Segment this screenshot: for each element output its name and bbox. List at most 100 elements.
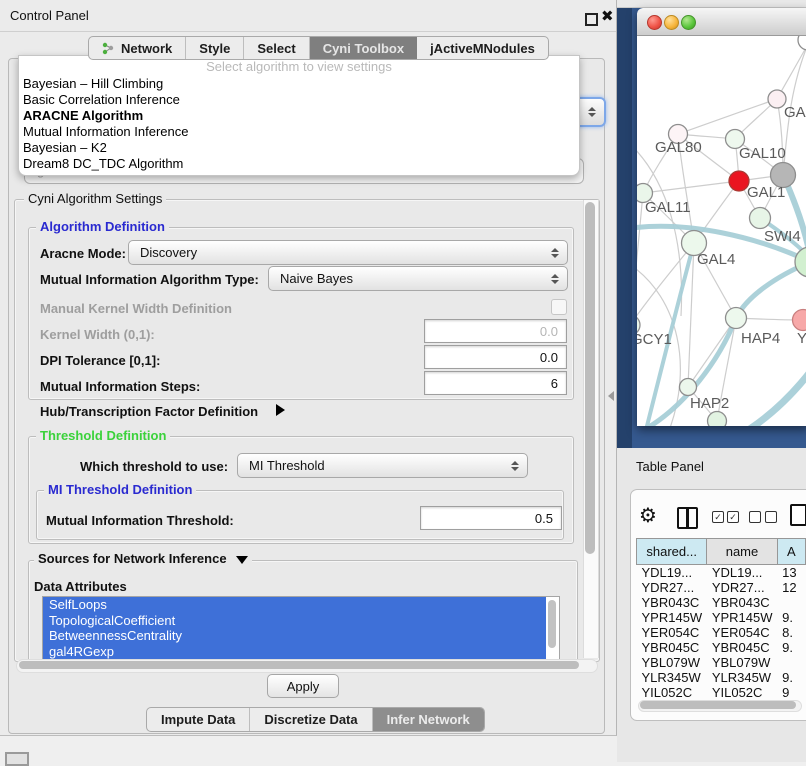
cell[interactable]: YBR043C (707, 595, 777, 610)
node[interactable] (798, 36, 806, 50)
close-icon[interactable]: ✖ (601, 7, 614, 25)
cell[interactable]: YIL052C (707, 685, 777, 700)
network-canvas[interactable]: GAL GAL80 GAL10 GAL1 GAL11 SWI4 GAL4 GCY… (637, 36, 806, 426)
node-pink[interactable] (793, 310, 806, 331)
cell[interactable]: YIL052C (637, 685, 707, 700)
node-red-selected[interactable] (729, 171, 749, 191)
which-threshold-combo[interactable]: MI Threshold (237, 453, 528, 478)
column-header[interactable]: name (707, 539, 777, 565)
close-traffic-light-icon[interactable] (647, 15, 662, 30)
float-window-icon[interactable] (585, 13, 598, 26)
cell[interactable]: YDR27... (707, 580, 777, 595)
settings-scrollbar-thumb[interactable] (585, 202, 595, 554)
cell[interactable]: YBR045C (637, 640, 707, 655)
mi-threshold-field[interactable]: 0.5 (420, 506, 562, 530)
dpi-tolerance-field[interactable]: 0.0 (424, 345, 567, 369)
algorithm-option[interactable]: Basic Correlation Inference (19, 92, 579, 108)
manual-kernel-checkbox[interactable] (551, 299, 567, 315)
deselect-all-checks-icon[interactable] (749, 511, 777, 523)
minimize-traffic-light-icon[interactable] (664, 15, 679, 30)
cell[interactable]: YER054C (707, 625, 777, 640)
tab-discretize-data[interactable]: Discretize Data (250, 708, 372, 731)
sources-title[interactable]: Sources for Network Inference (34, 552, 252, 566)
aracne-mode-combo[interactable]: Discovery (128, 240, 568, 265)
list-item-selected[interactable]: BetweennessCentrality (43, 628, 546, 644)
cell[interactable]: YBL079W (637, 655, 707, 670)
algorithm-option[interactable]: Bayesian – Hill Climbing (19, 76, 579, 92)
columns-icon[interactable] (677, 507, 698, 529)
cell[interactable]: 9. (777, 670, 805, 685)
cell[interactable]: YPR145W (637, 610, 707, 625)
table-row[interactable]: YLR345W YLR345W 9. (637, 670, 806, 685)
network-window[interactable]: GAL GAL80 GAL10 GAL1 GAL11 SWI4 GAL4 GCY… (637, 8, 806, 426)
cell[interactable]: 9 (777, 685, 805, 700)
dock-panel-icon[interactable] (5, 752, 29, 766)
splitpane-collapse-icon[interactable] (608, 391, 614, 401)
node-swi4[interactable] (795, 247, 806, 277)
cell[interactable]: 9. (777, 640, 805, 655)
algorithm-option[interactable]: Mutual Information Inference (19, 124, 579, 140)
mi-type-combo[interactable]: Naive Bayes (268, 266, 568, 291)
node-hap2[interactable] (680, 379, 697, 396)
network-window-titlebar[interactable] (637, 8, 806, 36)
tab-cyni-toolbox[interactable]: Cyni Toolbox (310, 37, 417, 59)
algorithm-option-selected[interactable]: ARACNE Algorithm (19, 108, 579, 124)
table-hscrollbar-thumb[interactable] (640, 701, 796, 709)
tab-infer-network[interactable]: Infer Network (373, 708, 484, 731)
table-row[interactable]: YIL052C YIL052C 9 (637, 685, 806, 700)
cell[interactable]: YLR345W (707, 670, 777, 685)
table-row[interactable]: YPR145W YPR145W 9. (637, 610, 806, 625)
list-item-selected[interactable]: TopologicalCoefficient (43, 613, 546, 629)
table-row[interactable]: YBL079W YBL079W (637, 655, 806, 670)
kernel-width-field[interactable]: 0.0 (424, 319, 567, 343)
tab-select[interactable]: Select (244, 37, 309, 59)
tab-impute-data[interactable]: Impute Data (147, 708, 250, 731)
cell[interactable]: YDR27... (637, 580, 707, 595)
table-row[interactable]: YER054C YER054C 8. (637, 625, 806, 640)
cell[interactable]: YBR045C (707, 640, 777, 655)
select-all-checks-icon[interactable]: ✓✓ (712, 511, 739, 523)
mi-steps-label: Mutual Information Steps: (40, 379, 200, 394)
apply-button[interactable]: Apply (267, 674, 339, 698)
tab-style[interactable]: Style (186, 37, 244, 59)
cell[interactable]: YER054C (637, 625, 707, 640)
zoom-traffic-light-icon[interactable] (681, 15, 696, 30)
cell[interactable] (777, 595, 805, 610)
algorithm-option[interactable]: Dream8 DC_TDC Algorithm (19, 156, 579, 172)
gear-icon[interactable]: ⚙ (639, 503, 657, 528)
settings-hscrollbar-thumb[interactable] (19, 661, 579, 669)
cell[interactable]: YPR145W (707, 610, 777, 625)
cell[interactable]: YBL079W (707, 655, 777, 670)
cell[interactable]: YLR345W (637, 670, 707, 685)
cell[interactable]: 12 (777, 580, 805, 595)
table-row[interactable]: YDR27... YDR27... 12 (637, 580, 806, 595)
cell[interactable] (777, 655, 805, 670)
listbox-scrollbar[interactable] (548, 600, 556, 648)
cell[interactable]: YBR043C (637, 595, 707, 610)
data-attributes-listbox[interactable]: SelfLoops TopologicalCoefficient Between… (42, 596, 560, 660)
algorithm-option[interactable]: Bayesian – K2 (19, 140, 579, 156)
table-row[interactable]: YDL19... YDL19... 13 (637, 565, 806, 581)
column-header[interactable]: shared... (637, 539, 707, 565)
list-item-selected[interactable]: gal4RGexp (43, 644, 546, 660)
cell[interactable]: 9. (777, 610, 805, 625)
table-row[interactable]: YBR043C YBR043C (637, 595, 806, 610)
node-hap4[interactable] (726, 308, 747, 329)
document-icon[interactable] (790, 504, 806, 526)
column-header[interactable]: A (777, 539, 805, 565)
cell[interactable]: YDL19... (707, 565, 777, 581)
cell[interactable]: 8. (777, 625, 805, 640)
cell[interactable]: YDL19... (637, 565, 707, 581)
mi-steps-field[interactable]: 6 (424, 371, 567, 395)
node-gal1[interactable] (750, 208, 771, 229)
expand-arrow-icon[interactable] (276, 404, 285, 416)
tab-jactivemnodules[interactable]: jActiveMNodules (417, 37, 548, 59)
tab-discretize-data-label: Discretize Data (264, 712, 357, 727)
node[interactable] (708, 412, 727, 427)
node-label: GAL4 (697, 251, 735, 268)
node-label: HAP2 (690, 395, 729, 412)
table-row[interactable]: YBR045C YBR045C 9. (637, 640, 806, 655)
tab-network[interactable]: Network (89, 37, 186, 59)
cell[interactable]: 13 (777, 565, 805, 581)
list-item-selected[interactable]: SelfLoops (43, 597, 546, 613)
